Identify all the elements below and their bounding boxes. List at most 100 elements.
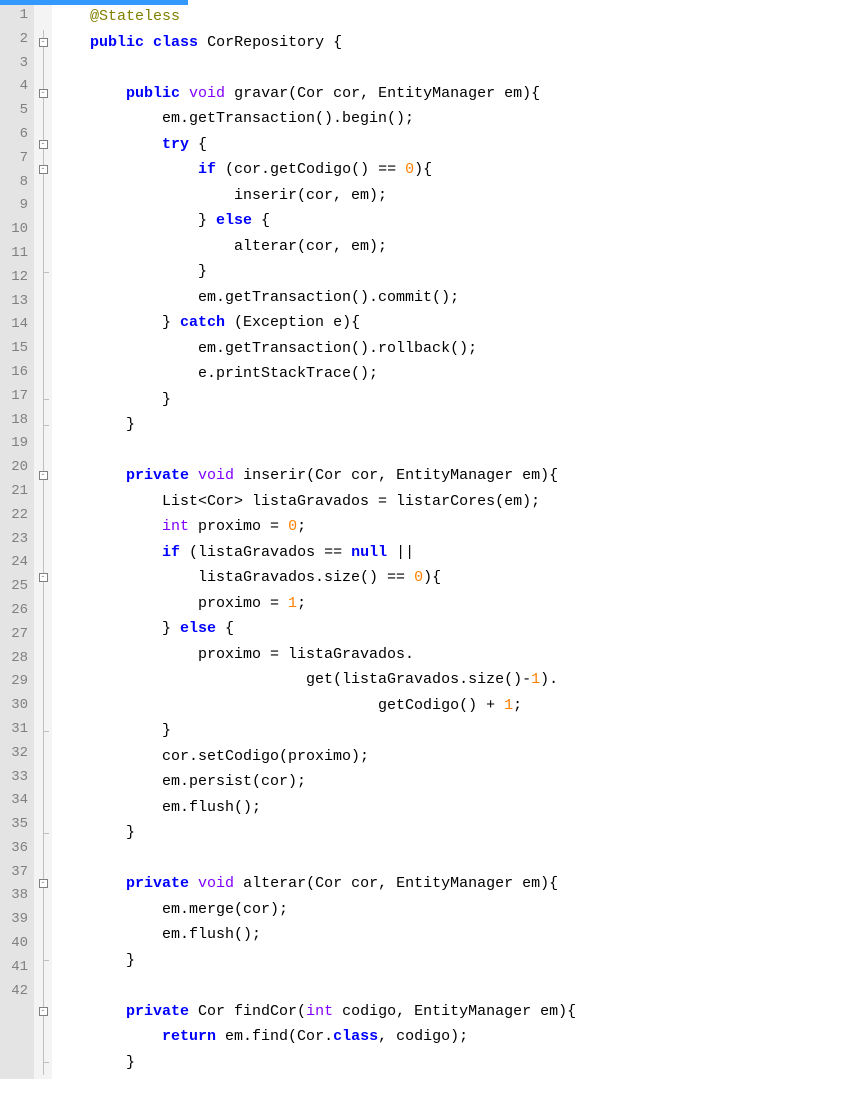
code-line[interactable]: em.persist(cor); — [54, 769, 576, 795]
code-token: (listaGravados == — [180, 544, 351, 561]
code-line[interactable]: if (listaGravados == null || — [54, 540, 576, 566]
code-line[interactable]: } else { — [54, 208, 576, 234]
fold-cell — [34, 285, 52, 311]
line-number: 5 — [4, 99, 28, 123]
code-token: } — [54, 722, 171, 739]
code-line[interactable]: int proximo = 0; — [54, 514, 576, 540]
code-line[interactable]: em.merge(cor); — [54, 897, 576, 923]
fold-toggle-icon[interactable]: - — [39, 573, 48, 582]
code-line[interactable]: } — [54, 387, 576, 413]
code-editor[interactable]: 1234567891011121314151617181920212223242… — [0, 0, 851, 1079]
fold-toggle-icon[interactable]: - — [39, 38, 48, 47]
fold-cell: - — [34, 30, 52, 56]
code-token: em.getTransaction().rollback(); — [54, 340, 477, 357]
code-area[interactable]: @Stateless public class CorRepository { … — [52, 0, 580, 1079]
fold-cell — [34, 234, 52, 260]
code-line[interactable]: listaGravados.size() == 0){ — [54, 565, 576, 591]
line-number: 6 — [4, 123, 28, 147]
code-line[interactable]: em.flush(); — [54, 795, 576, 821]
code-line[interactable]: if (cor.getCodigo() == 0){ — [54, 157, 576, 183]
code-line[interactable]: List<Cor> listaGravados = listarCores(em… — [54, 489, 576, 515]
line-number: 28 — [4, 647, 28, 671]
line-number: 8 — [4, 171, 28, 195]
code-line[interactable] — [54, 55, 576, 81]
code-token: e.printStackTrace(); — [54, 365, 378, 382]
code-line[interactable]: proximo = 1; — [54, 591, 576, 617]
fold-cell — [34, 438, 52, 464]
code-token: public — [126, 85, 180, 102]
code-line[interactable]: } else { — [54, 616, 576, 642]
code-token: alterar(Cor cor, EntityManager em){ — [234, 875, 558, 892]
line-number-gutter[interactable]: 1234567891011121314151617181920212223242… — [0, 0, 34, 1079]
line-number: 41 — [4, 956, 28, 980]
code-token: } — [54, 391, 171, 408]
fold-toggle-icon[interactable]: - — [39, 471, 48, 480]
code-line[interactable]: inserir(cor, em); — [54, 183, 576, 209]
line-number: 35 — [4, 813, 28, 837]
fold-cell: - — [34, 132, 52, 158]
code-line[interactable]: e.printStackTrace(); — [54, 361, 576, 387]
code-line[interactable]: alterar(cor, em); — [54, 234, 576, 260]
fold-cell: - — [34, 157, 52, 183]
code-token: codigo, EntityManager em){ — [333, 1003, 576, 1020]
code-line[interactable]: em.getTransaction().rollback(); — [54, 336, 576, 362]
line-number: 31 — [4, 718, 28, 742]
code-token: proximo = — [54, 595, 288, 612]
code-line[interactable]: cor.setCodigo(proximo); — [54, 744, 576, 770]
code-line[interactable]: } catch (Exception e){ — [54, 310, 576, 336]
fold-cell — [34, 259, 52, 285]
code-token — [54, 875, 126, 892]
code-token — [189, 467, 198, 484]
fold-toggle-icon[interactable]: - — [39, 140, 48, 149]
fold-cell — [34, 4, 52, 30]
code-line[interactable] — [54, 973, 576, 999]
fold-cell — [34, 514, 52, 540]
fold-gutter[interactable]: - - - - - - - - — [34, 0, 52, 1079]
code-token: @Stateless — [90, 8, 180, 25]
code-token: void — [189, 85, 225, 102]
line-number: 18 — [4, 409, 28, 433]
code-line[interactable]: private void inserir(Cor cor, EntityMana… — [54, 463, 576, 489]
code-line[interactable]: } — [54, 948, 576, 974]
code-line[interactable] — [54, 438, 576, 464]
fold-toggle-icon[interactable]: - — [39, 879, 48, 888]
code-line[interactable]: } — [54, 412, 576, 438]
fold-cell — [34, 922, 52, 948]
line-number: 40 — [4, 932, 28, 956]
code-line[interactable]: } — [54, 718, 576, 744]
code-line[interactable]: @Stateless — [54, 4, 576, 30]
code-line[interactable]: } — [54, 1050, 576, 1076]
code-line[interactable]: private void alterar(Cor cor, EntityMana… — [54, 871, 576, 897]
fold-toggle-icon[interactable]: - — [39, 165, 48, 174]
code-line[interactable]: public void gravar(Cor cor, EntityManage… — [54, 81, 576, 107]
code-line[interactable]: } — [54, 259, 576, 285]
code-line[interactable]: private Cor findCor(int codigo, EntityMa… — [54, 999, 576, 1025]
fold-toggle-icon[interactable]: - — [39, 1007, 48, 1016]
line-number: 1 — [4, 4, 28, 28]
line-number: 26 — [4, 599, 28, 623]
fold-cell — [34, 183, 52, 209]
code-token: , codigo); — [378, 1028, 468, 1045]
code-line[interactable]: proximo = listaGravados. — [54, 642, 576, 668]
code-line[interactable]: em.getTransaction().begin(); — [54, 106, 576, 132]
line-number: 15 — [4, 337, 28, 361]
code-line[interactable]: } — [54, 820, 576, 846]
code-line[interactable] — [54, 846, 576, 872]
code-line[interactable]: try { — [54, 132, 576, 158]
line-number: 23 — [4, 528, 28, 552]
code-token — [54, 161, 198, 178]
code-line[interactable]: public class CorRepository { — [54, 30, 576, 56]
fold-toggle-icon[interactable]: - — [39, 89, 48, 98]
code-line[interactable]: get(listaGravados.size()-1). — [54, 667, 576, 693]
fold-cell — [34, 820, 52, 846]
code-token — [54, 1028, 162, 1045]
code-line[interactable]: getCodigo() + 1; — [54, 693, 576, 719]
code-token: proximo = — [189, 518, 288, 535]
code-line[interactable]: return em.find(Cor.class, codigo); — [54, 1024, 576, 1050]
code-token: 0 — [288, 518, 297, 535]
code-line[interactable]: em.getTransaction().commit(); — [54, 285, 576, 311]
code-token: try — [162, 136, 189, 153]
code-token: cor.setCodigo(proximo); — [54, 748, 369, 765]
code-line[interactable]: em.flush(); — [54, 922, 576, 948]
fold-cell — [34, 973, 52, 999]
